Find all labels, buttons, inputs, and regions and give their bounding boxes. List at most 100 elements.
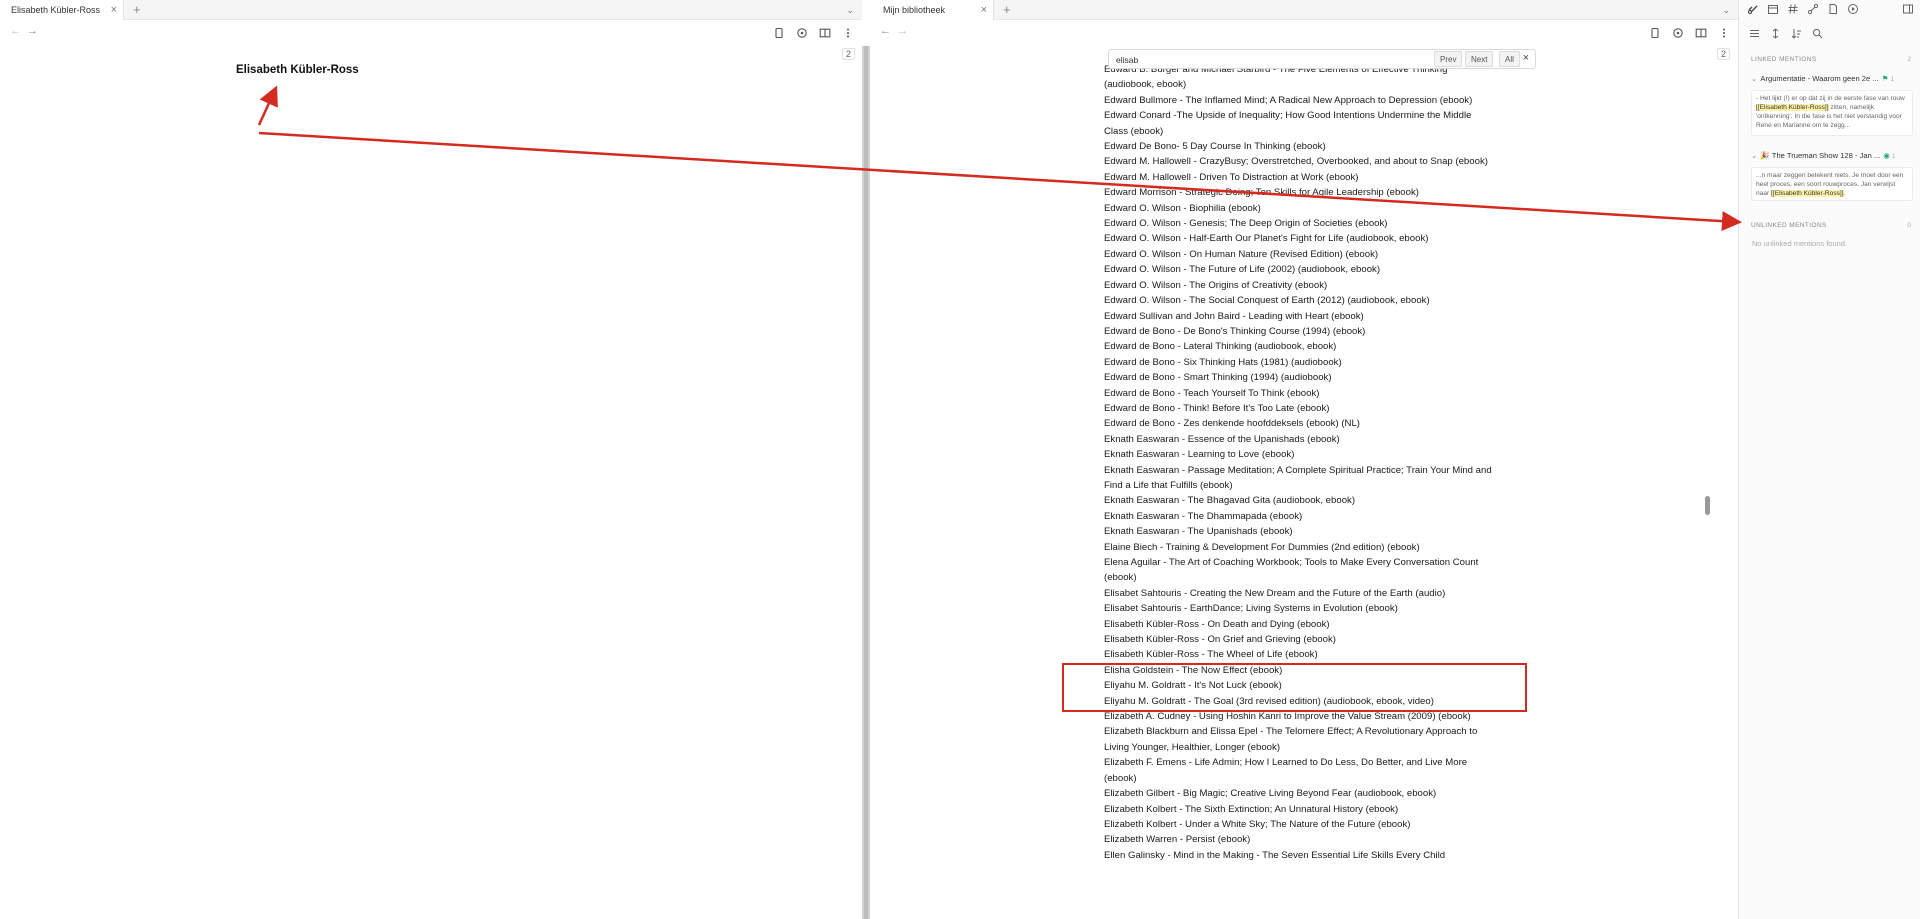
list-item[interactable]: Edward O. Wilson - The Future of Life (2… bbox=[1104, 262, 1494, 277]
left-tab-strip: Elisabeth Kübler-Ross × + ⌄ bbox=[0, 0, 862, 20]
split-view-icon[interactable] bbox=[819, 26, 831, 38]
book-list: Edward B. Burger and Michael Starbird - … bbox=[1104, 62, 1494, 863]
sort-icon[interactable] bbox=[1770, 26, 1781, 39]
list-item[interactable]: Eknath Easwaran - The Bhagavad Gita (aud… bbox=[1104, 493, 1494, 508]
snippet-link[interactable]: [[Elisabeth Kübler-Ross]] bbox=[1756, 104, 1829, 111]
brain-icon[interactable] bbox=[796, 26, 808, 38]
list-icon[interactable] bbox=[1749, 26, 1760, 37]
list-item[interactable]: Elizabeth Kolbert - The Sixth Extinction… bbox=[1104, 802, 1494, 817]
list-item[interactable]: Elizabeth Warren - Persist (ebook) bbox=[1104, 832, 1494, 847]
mention-snippet-1[interactable]: - Het lijkt (!) er op dat zij in de eers… bbox=[1751, 90, 1913, 136]
list-item[interactable]: Elisabet Sahtouris - EarthDance; Living … bbox=[1104, 601, 1494, 616]
close-tab-icon[interactable]: × bbox=[111, 0, 117, 20]
tab-label: Elisabeth Kübler-Ross bbox=[11, 5, 101, 15]
close-tab-icon[interactable]: × bbox=[981, 0, 987, 20]
list-item[interactable]: Edward de Bono - Teach Yourself To Think… bbox=[1104, 386, 1494, 401]
list-item[interactable]: Edward O. Wilson - The Social Conquest o… bbox=[1104, 293, 1494, 308]
mention-file-1[interactable]: ⌄ Argumentatie - Waarom geen 2e ... ⚑ 1 bbox=[1751, 74, 1894, 83]
tab-mijn-bibliotheek[interactable]: Mijn bibliotheek × bbox=[872, 0, 994, 20]
search-input[interactable] bbox=[1116, 53, 1336, 66]
all-matches-button[interactable]: All bbox=[1499, 51, 1520, 67]
list-item[interactable]: Edward Bullmore - The Inflamed Mind; A R… bbox=[1104, 93, 1494, 108]
list-item[interactable]: Edward O. Wilson - Biophilia (ebook) bbox=[1104, 201, 1494, 216]
list-item[interactable]: Eknath Easwaran - Learning to Love (eboo… bbox=[1104, 447, 1494, 462]
back-arrow-icon[interactable]: ← bbox=[880, 25, 891, 37]
view-actions bbox=[773, 26, 854, 39]
list-item[interactable]: Edward M. Hallowell - Driven To Distract… bbox=[1104, 170, 1494, 185]
file-icon[interactable] bbox=[1827, 2, 1839, 14]
scrollbar-thumb[interactable] bbox=[1705, 496, 1710, 515]
calendar-icon[interactable] bbox=[1767, 2, 1779, 14]
chevron-down-icon[interactable]: ⌄ bbox=[1751, 151, 1757, 160]
list-item[interactable]: Elizabeth Gilbert - Big Magic; Creative … bbox=[1104, 786, 1494, 801]
new-tab-button[interactable]: + bbox=[1003, 0, 1011, 19]
sort-order-icon[interactable] bbox=[1791, 26, 1802, 39]
list-item[interactable]: Edward de Bono - Think! Before It's Too … bbox=[1104, 401, 1494, 416]
list-item[interactable]: Edward de Bono - Zes denkende hoofddekse… bbox=[1104, 416, 1494, 431]
list-item[interactable]: Elizabeth Blackburn and Elissa Epel - Th… bbox=[1104, 724, 1494, 755]
list-item[interactable]: Ellen Galinsky - Mind in the Making - Th… bbox=[1104, 848, 1494, 863]
flag-icon: ⚑ bbox=[1881, 74, 1889, 83]
tab-list-chevron-icon[interactable]: ⌄ bbox=[1722, 0, 1730, 20]
reading-view-icon[interactable] bbox=[1649, 26, 1661, 39]
mention-count: 1 bbox=[1891, 153, 1896, 160]
list-item[interactable]: Elizabeth F. Emens - Life Admin; How I L… bbox=[1104, 755, 1494, 786]
back-arrow-icon[interactable]: ← bbox=[10, 25, 21, 37]
reading-view-icon[interactable] bbox=[773, 26, 785, 39]
list-item[interactable]: Eknath Easwaran - Passage Meditation; A … bbox=[1104, 463, 1494, 494]
middle-tab-strip: Mijn bibliotheek × + ⌄ bbox=[872, 0, 1738, 20]
prev-match-button[interactable]: Prev bbox=[1434, 51, 1463, 67]
list-item[interactable]: Edward Sullivan and John Baird - Leading… bbox=[1104, 309, 1494, 324]
list-item[interactable]: Elisabeth Kübler-Ross - On Death and Dyi… bbox=[1104, 617, 1494, 632]
middle-pane: Mijn bibliotheek × + ⌄ ← → 2 Edward B. B… bbox=[872, 0, 1738, 919]
mention-count: 1 bbox=[1890, 76, 1895, 83]
forward-arrow-icon[interactable]: → bbox=[27, 25, 38, 37]
highlight-box-annotation bbox=[1062, 663, 1527, 712]
list-item[interactable]: Elisabeth Kübler-Ross - On Grief and Gri… bbox=[1104, 632, 1494, 647]
brain-icon[interactable] bbox=[1672, 26, 1684, 38]
next-match-button[interactable]: Next bbox=[1465, 51, 1494, 67]
list-item[interactable]: Edward Morrison - Strategic Doing; Ten S… bbox=[1104, 185, 1494, 200]
tab-label: Mijn bibliotheek bbox=[883, 5, 946, 15]
search-icon[interactable] bbox=[1812, 26, 1823, 39]
mention-snippet-2[interactable]: ...n maar zeggen betekent niets. Je moet… bbox=[1751, 167, 1913, 201]
snippet-text: - Het lijkt (!) er op dat zij in de eers… bbox=[1756, 95, 1905, 102]
snippet-link[interactable]: [[Elisabeth Kübler-Ross]] bbox=[1771, 190, 1844, 197]
backlinks-toolbar bbox=[1749, 26, 1823, 39]
list-item[interactable]: Edward O. Wilson - Genesis; The Deep Ori… bbox=[1104, 216, 1494, 231]
tab-elisabeth-kubler-ross[interactable]: Elisabeth Kübler-Ross × bbox=[0, 0, 124, 20]
list-item[interactable]: Edward O. Wilson - Half-Earth Our Planet… bbox=[1104, 231, 1494, 246]
tag-icon[interactable] bbox=[1787, 2, 1799, 14]
list-item[interactable]: Elisabeth Kübler-Ross - The Wheel of Lif… bbox=[1104, 647, 1494, 662]
list-item[interactable]: Elizabeth Kolbert - Under a White Sky; T… bbox=[1104, 817, 1494, 832]
sidebar-toggle-icon[interactable] bbox=[1902, 2, 1914, 14]
more-options-icon[interactable] bbox=[1718, 26, 1730, 38]
tab-list-chevron-icon[interactable]: ⌄ bbox=[846, 0, 854, 20]
list-item[interactable]: Elena Aguilar - The Art of Coaching Work… bbox=[1104, 555, 1494, 586]
list-item[interactable]: Eknath Easwaran - The Dhammapada (ebook) bbox=[1104, 509, 1494, 524]
list-item[interactable]: Edward de Bono - Six Thinking Hats (1981… bbox=[1104, 355, 1494, 370]
list-item[interactable]: Edward De Bono- 5 Day Course In Thinking… bbox=[1104, 139, 1494, 154]
list-item[interactable]: Edward Conard -The Upside of Inequality;… bbox=[1104, 108, 1494, 139]
mention-file-2[interactable]: ⌄ 🎉 The Trueman Show 128 - Jan ... ◉ 1 bbox=[1751, 151, 1896, 160]
list-item[interactable]: Elisabet Sahtouris - Creating the New Dr… bbox=[1104, 586, 1494, 601]
backlinks-icon[interactable] bbox=[1747, 2, 1759, 14]
split-view-icon[interactable] bbox=[1695, 26, 1707, 38]
list-item[interactable]: Edward O. Wilson - On Human Nature (Revi… bbox=[1104, 247, 1494, 262]
play-icon[interactable] bbox=[1847, 2, 1859, 14]
list-item[interactable]: Elaine Biech - Training & Development Fo… bbox=[1104, 540, 1494, 555]
list-item[interactable]: Edward M. Hallowell - CrazyBusy; Overstr… bbox=[1104, 154, 1494, 169]
graph-icon[interactable] bbox=[1807, 2, 1819, 15]
forward-arrow-icon[interactable]: → bbox=[897, 25, 908, 37]
chevron-down-icon[interactable]: ⌄ bbox=[1751, 74, 1757, 83]
list-item[interactable]: Eknath Easwaran - The Upanishads (ebook) bbox=[1104, 524, 1494, 539]
list-item[interactable]: Edward de Bono - Smart Thinking (1994) (… bbox=[1104, 370, 1494, 385]
list-item[interactable]: Edward O. Wilson - The Origins of Creati… bbox=[1104, 278, 1494, 293]
list-item[interactable]: Edward de Bono - Lateral Thinking (audio… bbox=[1104, 339, 1494, 354]
list-item[interactable]: Eknath Easwaran - Essence of the Upanish… bbox=[1104, 432, 1494, 447]
close-icon[interactable]: × bbox=[1523, 52, 1529, 64]
pane-splitter[interactable] bbox=[862, 46, 870, 919]
more-options-icon[interactable] bbox=[842, 26, 854, 38]
list-item[interactable]: Edward de Bono - De Bono's Thinking Cour… bbox=[1104, 324, 1494, 339]
new-tab-button[interactable]: + bbox=[133, 0, 141, 19]
